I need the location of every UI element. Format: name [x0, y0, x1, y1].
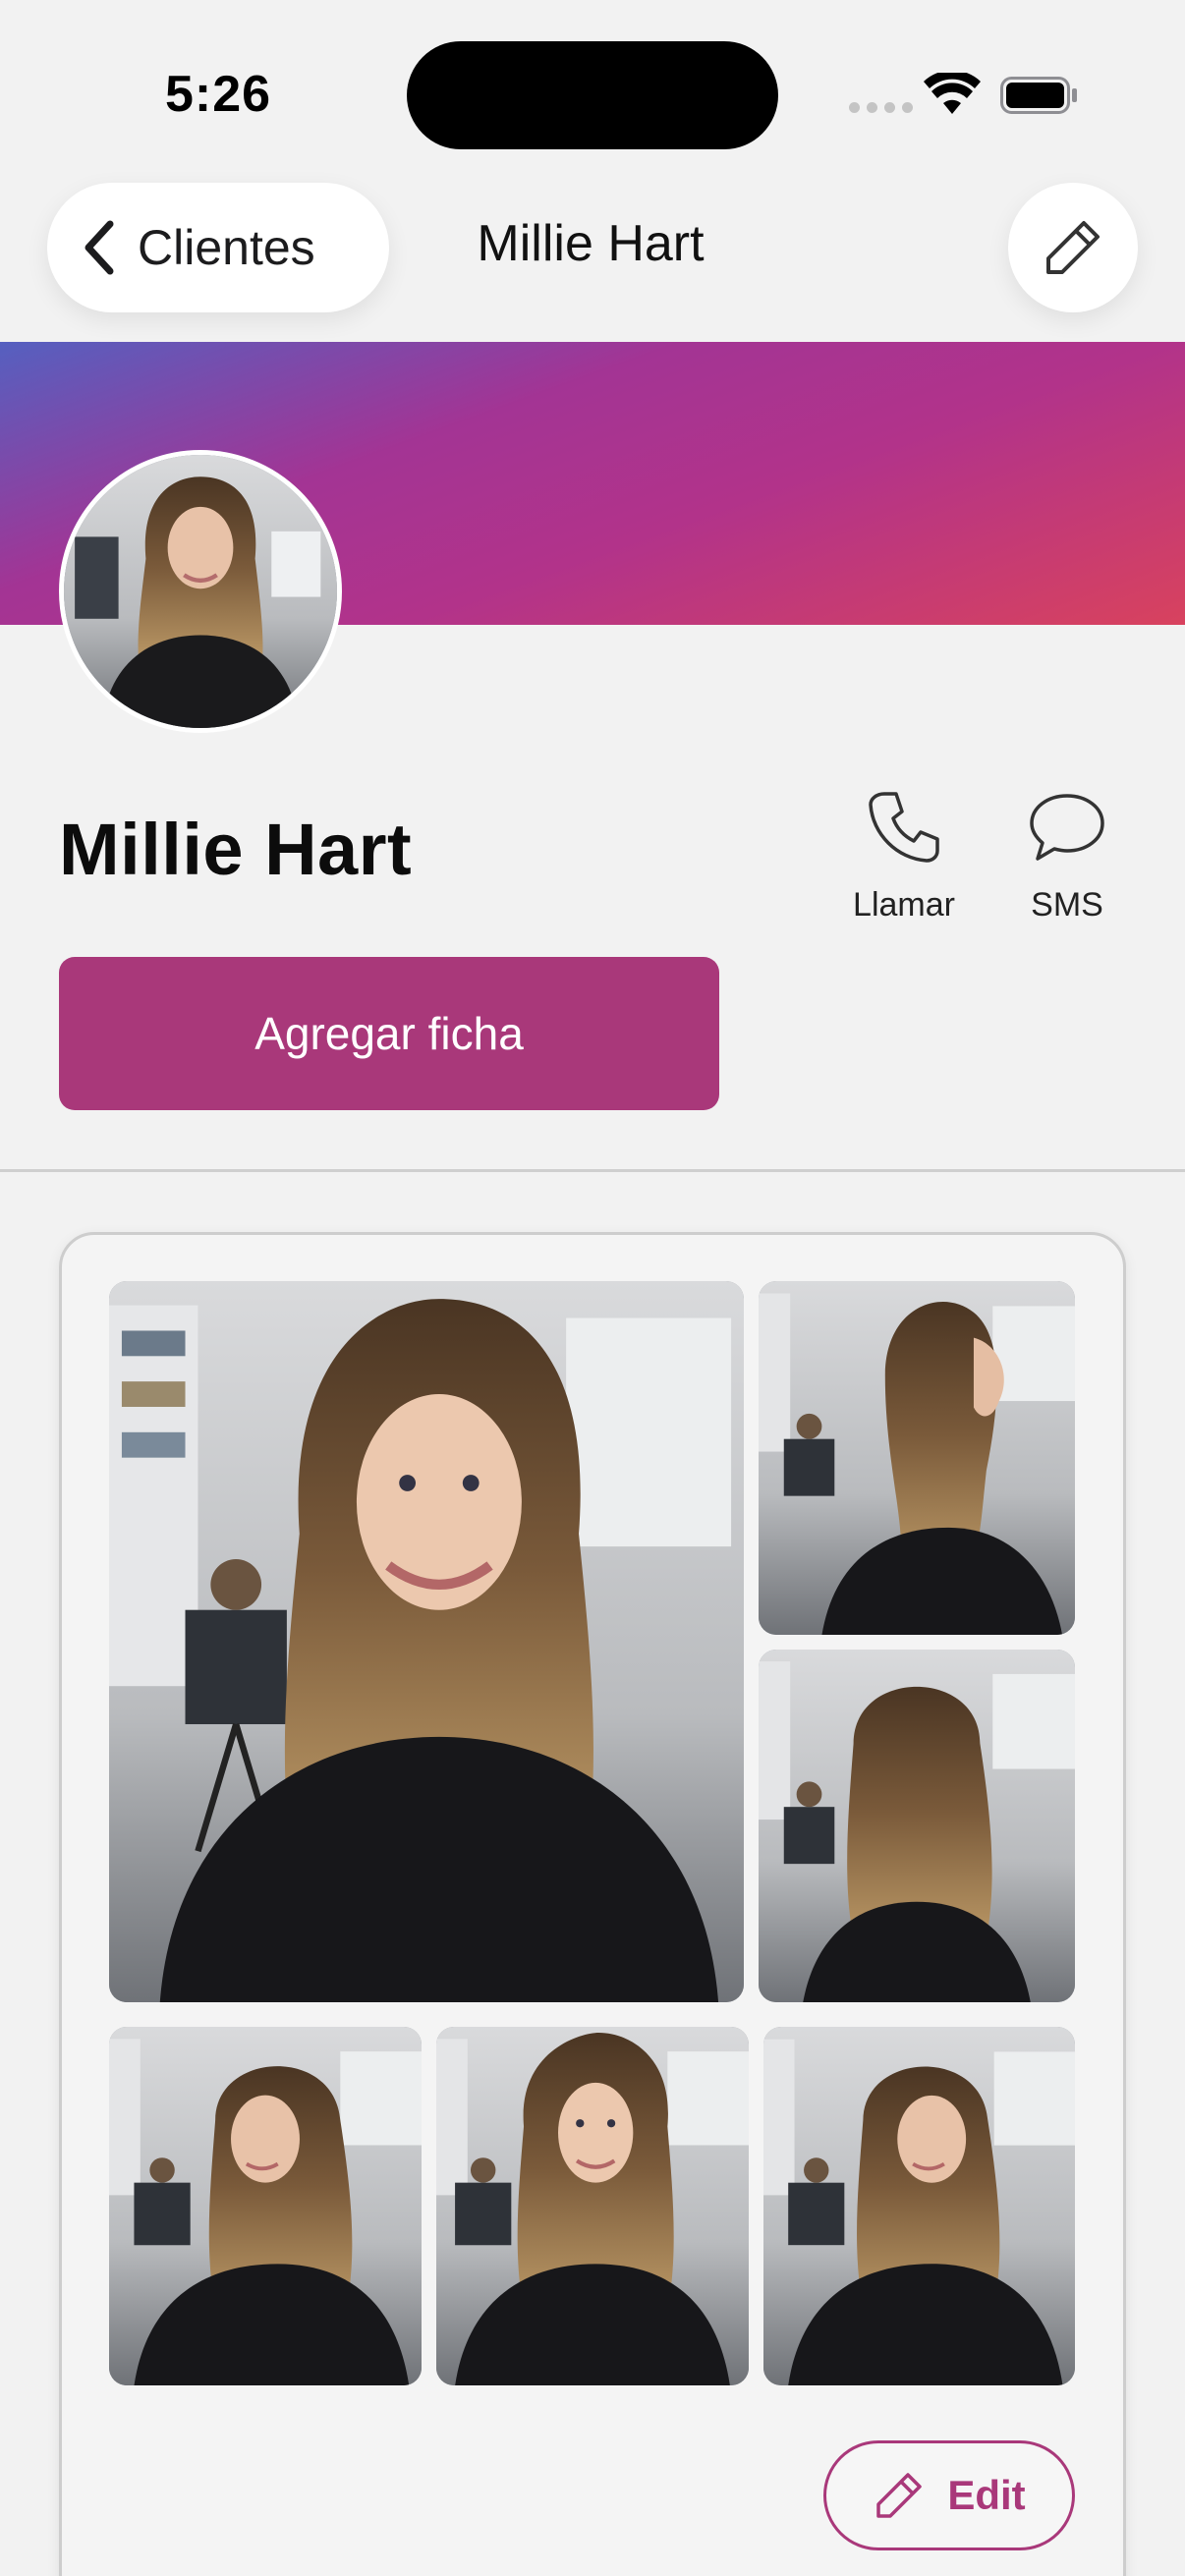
- call-label: Llamar: [853, 886, 955, 924]
- gallery-photo-down-left[interactable]: [109, 2027, 422, 2385]
- phone-icon: [869, 792, 939, 863]
- sms-label: SMS: [1031, 886, 1103, 924]
- divider: [0, 1169, 1185, 1172]
- edit-client-button[interactable]: [1008, 183, 1138, 312]
- call-button[interactable]: Llamar: [845, 786, 963, 924]
- avatar[interactable]: [59, 450, 342, 733]
- gallery-photo-down-right[interactable]: [763, 2027, 1075, 2385]
- status-time: 5:26: [165, 66, 272, 123]
- client-name: Millie Hart: [59, 809, 413, 890]
- pencil-icon: [1046, 221, 1100, 274]
- edit-gallery-label: Edit: [947, 2472, 1026, 2518]
- wifi-icon: [924, 73, 981, 114]
- pencil-icon: [876, 2473, 923, 2518]
- gallery-photo-back[interactable]: [759, 1650, 1075, 2002]
- gallery-photo-front[interactable]: [109, 1281, 744, 2002]
- dynamic-island: [407, 41, 778, 149]
- client-detail-screen: 5:26 Clientes Millie Hart Millie Hart Ll…: [0, 0, 1185, 2576]
- gallery-photo-portrait[interactable]: [436, 2027, 749, 2385]
- edit-gallery-button[interactable]: Edit: [823, 2440, 1075, 2550]
- battery-icon: [1000, 77, 1077, 114]
- add-record-button[interactable]: Agregar ficha: [59, 957, 719, 1110]
- gallery-photo-side[interactable]: [759, 1281, 1075, 1635]
- cellular-signal-icon: [849, 102, 913, 113]
- message-bubble-icon: [1030, 794, 1104, 861]
- sms-button[interactable]: SMS: [1018, 786, 1116, 924]
